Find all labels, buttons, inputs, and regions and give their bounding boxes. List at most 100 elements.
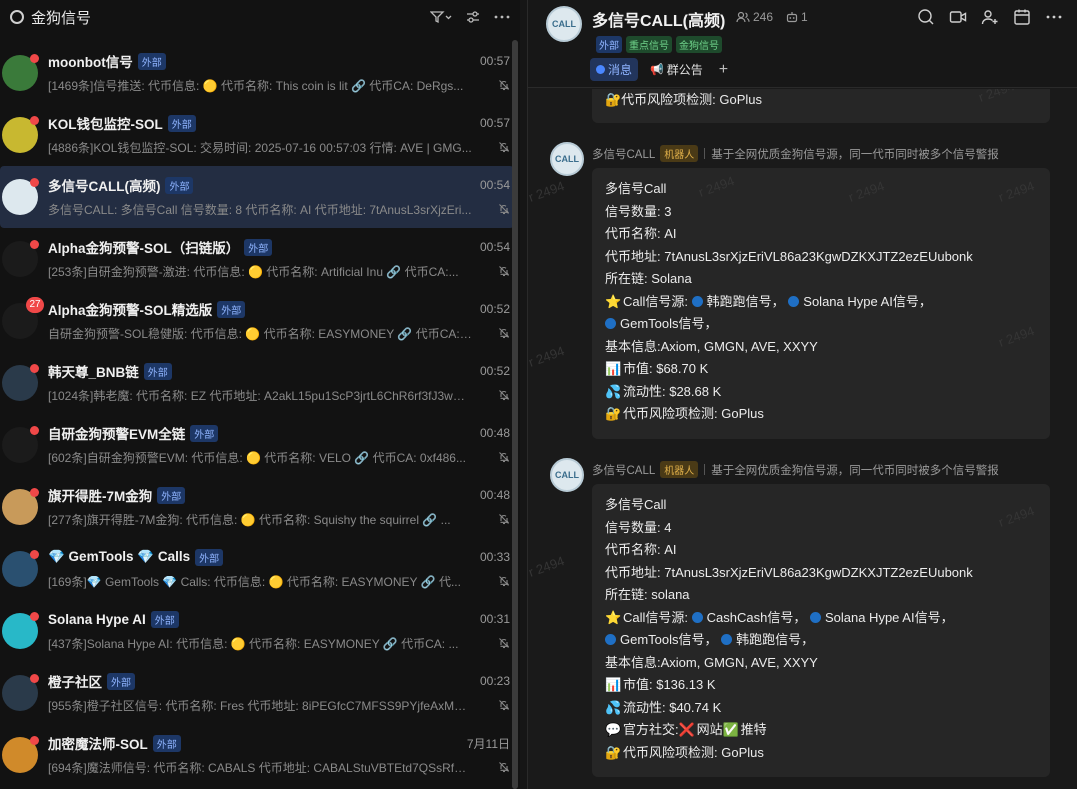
tag-external: 外部	[596, 36, 622, 53]
conversation-avatar	[2, 178, 39, 215]
chart-icon: 📊	[605, 677, 622, 692]
star-icon: ⭐	[605, 293, 622, 309]
conversation-preview: [253条]自研金狗预警-激进: 代币信息: 🟡 代币名称: Artificia…	[48, 264, 459, 279]
liquidity-value: 流动性: $28.68 K	[623, 383, 722, 399]
mute-icon	[498, 699, 510, 711]
bot-count[interactable]: 1	[786, 10, 808, 24]
message-icon	[596, 65, 605, 74]
message-area[interactable]: 🔐代币风险项检测: GoPlus CALL 多信号CALL 机器人 基于全网优质…	[528, 89, 1077, 789]
conversation-item[interactable]: 多信号CALL(高频) 外部 00:54 多信号CALL: 多信号Call 信号…	[0, 166, 514, 228]
filter-icon[interactable]	[430, 10, 452, 24]
lock-icon: 🔐	[605, 406, 622, 421]
conversation-item[interactable]: 韩天尊_BNB链 外部 00:52 [1024条]韩老魔: 代币名称: EZ 代…	[0, 352, 514, 414]
mute-icon	[498, 141, 510, 153]
unread-dot	[30, 178, 39, 187]
unread-dot	[30, 54, 39, 63]
external-tag: 外部	[165, 176, 194, 194]
conversation-body: 旗开得胜-7M金狗 外部 00:48 [277条]旗开得胜-7M金狗: 代币信息…	[48, 485, 510, 529]
conversation-item[interactable]: 旗开得胜-7M金狗 外部 00:48 [277条]旗开得胜-7M金狗: 代币信息…	[0, 476, 514, 538]
mute-icon	[498, 265, 510, 277]
tab-messages[interactable]: 消息	[590, 58, 639, 81]
conversation-time: 00:52	[479, 364, 510, 378]
sender-name[interactable]: 多信号CALL	[592, 146, 655, 162]
unread-dot	[30, 612, 39, 621]
conversation-time: 00:54	[479, 240, 510, 254]
mute-icon	[498, 203, 510, 215]
conversation-scrollbar[interactable]	[512, 40, 518, 789]
scrollbar-thumb[interactable]	[512, 40, 518, 789]
chart-icon: 📊	[605, 361, 622, 376]
conversation-item[interactable]: Solana Hype AI 外部 00:31 [437条]Solana Hyp…	[0, 600, 514, 662]
member-count[interactable]: 246	[736, 10, 773, 24]
conversation-item[interactable]: 加密魔法师-SOL 外部 7月11日 [694条]魔法师信号: 代币名称: CA…	[0, 724, 514, 786]
add-member-icon[interactable]	[981, 8, 999, 31]
sender-description: 基于全网优质金狗信号源，同一代币同时被多个信号警报	[711, 464, 999, 477]
conversation-body: 💎 GemTools 💎 Calls 外部 00:33 [169条]💎 GemT…	[48, 547, 510, 591]
external-tag: 外部	[167, 114, 196, 132]
conversation-body: 橙子社区 外部 00:23 [955条]橙子社区信号: 代币名称: Fres 代…	[48, 671, 510, 715]
msg-count: 信号数量: 3	[605, 203, 672, 219]
source-item: GemTools信号，	[620, 316, 718, 331]
mute-icon	[498, 327, 510, 339]
conversation-avatar	[2, 54, 39, 91]
bot-count-value: 1	[801, 10, 808, 24]
check-mark-icon: ✅	[722, 722, 739, 737]
sender-avatar[interactable]: CALL	[550, 142, 584, 176]
panel-title: 金狗信号	[31, 9, 92, 27]
conversation-item[interactable]: 💎 GemTools 💎 Calls 外部 00:33 [169条]💎 GemT…	[0, 538, 514, 600]
video-call-icon[interactable]	[949, 8, 967, 31]
conversation-item[interactable]: KOL钱包监控-SOL 外部 00:57 [4886条]KOL钱包监控-SOL:…	[0, 104, 514, 166]
conversation-preview: 多信号CALL: 多信号Call 信号数量: 8 代币名称: AI 代币地址: …	[48, 202, 472, 217]
mute-icon	[498, 513, 510, 525]
unread-dot	[30, 674, 39, 683]
conversation-avatar	[2, 364, 39, 401]
tag-gold-signal: 金狗信号	[676, 36, 722, 53]
msg-token: 代币名称: AI	[605, 226, 677, 241]
unread-dot	[30, 364, 39, 373]
droplets-icon: 💦	[605, 699, 622, 715]
add-tab-button[interactable]: +	[719, 61, 728, 79]
chat-header: CALL 多信号CALL(高频) 246 1 外部 重点信号 金狗信号 消息 📢…	[528, 0, 1077, 88]
more-icon[interactable]	[494, 15, 510, 19]
sources-label: Call信号源:	[623, 609, 689, 625]
member-count-value: 246	[753, 10, 774, 24]
msg-address[interactable]: 代币地址: 7tAnusL3srXjzEriVL86a23KgwDZKXJTZ2…	[605, 562, 1037, 585]
settings-sliders-icon[interactable]	[466, 10, 480, 24]
mute-icon	[498, 451, 510, 463]
members-icon	[736, 11, 750, 23]
conversation-item[interactable]: moonbot信号 外部 00:57 [1469条]信号推送: 代币信息: 🟡 …	[0, 42, 514, 104]
conversation-avatar	[2, 240, 39, 277]
conversation-preview: [437条]Solana Hype AI: 代币信息: 🟡 代币名称: EASY…	[48, 636, 459, 651]
conversation-preview: [694条]魔法师信号: 代币名称: CABALS 代币地址: CABALStu…	[48, 760, 472, 775]
social-twitter[interactable]: 推特	[741, 722, 767, 737]
social-label: 官方社交:	[623, 722, 679, 737]
sender-name[interactable]: 多信号CALL	[592, 462, 655, 478]
conversation-item[interactable]: 自研金狗预警EVM全链 外部 00:48 [602条]自研金狗预警EVM: 代币…	[0, 414, 514, 476]
social-website[interactable]: 网站	[697, 722, 723, 737]
conversation-avatar: 27	[2, 297, 44, 339]
conversation-item[interactable]: Alpha金狗预警-SOL（扫链版） 外部 00:54 [253条]自研金狗预警…	[0, 228, 514, 290]
conversation-avatar	[2, 612, 39, 649]
conversation-name: 加密魔法师-SOL	[48, 737, 148, 752]
conversation-name: Alpha金狗预警-SOL（扫链版）	[48, 241, 240, 256]
message-bubble[interactable]: 多信号Call 信号数量: 3 代币名称: AI 代币地址: 7tAnusL3s…	[592, 168, 1050, 439]
search-chat-icon[interactable]	[917, 8, 935, 31]
message-bubble[interactable]: 多信号Call 信号数量: 4 代币名称: AI 代币地址: 7tAnusL3s…	[592, 484, 1050, 777]
chat-avatar[interactable]: CALL	[546, 6, 582, 42]
msg-chain: 所在链: Solana	[605, 271, 692, 286]
calendar-icon[interactable]	[1013, 8, 1031, 31]
cross-mark-icon: ❌	[678, 722, 695, 737]
conversation-body: 韩天尊_BNB链 外部 00:52 [1024条]韩老魔: 代币名称: EZ 代…	[48, 361, 510, 405]
tab-announcement[interactable]: 📢 群公告	[644, 58, 709, 81]
bot-badge: 机器人	[660, 461, 699, 478]
msg-address[interactable]: 代币地址: 7tAnusL3srXjzEriVL86a23KgwDZKXJTZ2…	[605, 246, 1037, 269]
conversation-item[interactable]: 27 Alpha金狗预警-SOL精选版 外部 00:52 自研金狗预警-SOL稳…	[0, 290, 514, 352]
external-tag: 外部	[157, 486, 186, 504]
more-options-icon[interactable]	[1045, 8, 1063, 31]
conversation-item[interactable]: 橙子社区 外部 00:23 [955条]橙子社区信号: 代币名称: Fres 代…	[0, 662, 514, 724]
chat-title[interactable]: 多信号CALL(高频)	[592, 7, 725, 31]
sender-avatar[interactable]: CALL	[550, 458, 584, 492]
source-item: CashCash信号，	[706, 609, 807, 625]
conversation-avatar	[2, 116, 39, 153]
unread-dot	[30, 116, 39, 125]
